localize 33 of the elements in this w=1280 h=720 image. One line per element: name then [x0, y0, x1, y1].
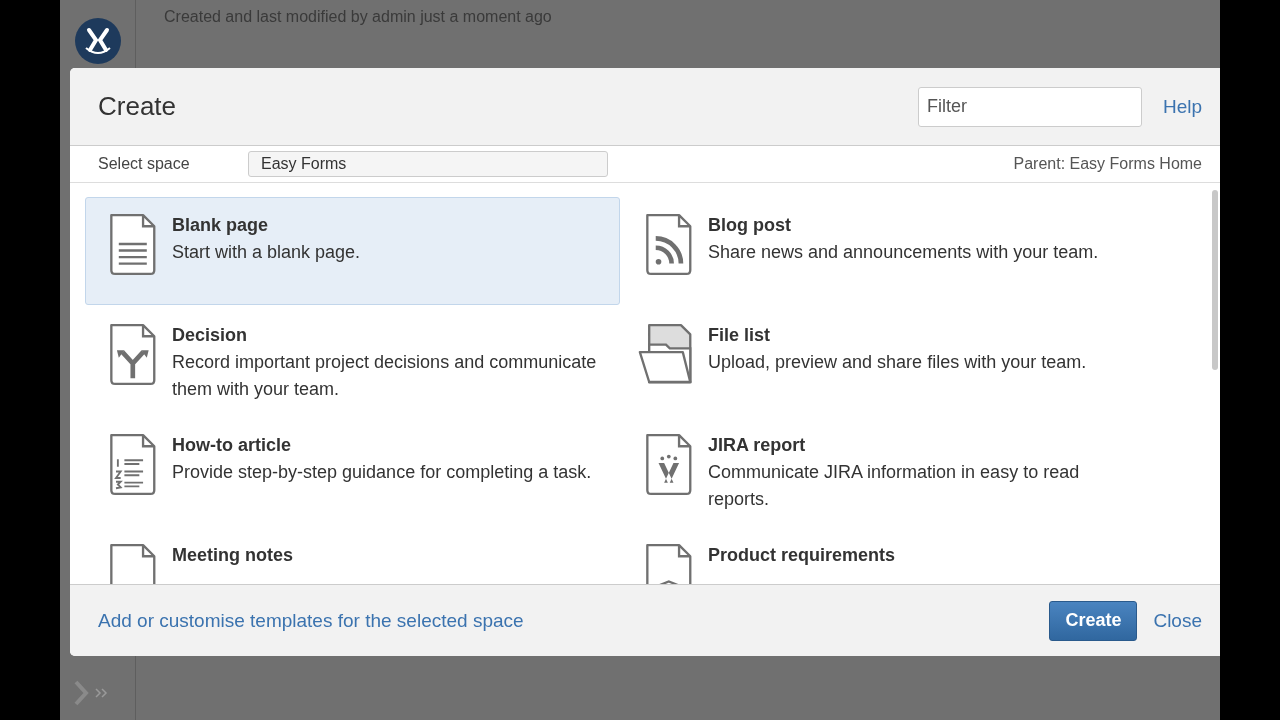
- template-title: Blank page: [172, 214, 270, 237]
- template-title: Meeting notes: [172, 544, 293, 567]
- template-description: Record important project decisions and communicate them with your team.: [172, 351, 598, 401]
- scrollbar[interactable]: [1212, 190, 1218, 370]
- template-item[interactable]: Blog post Share news and announcements with your team.: [621, 197, 1156, 305]
- template-title: How-to article: [172, 434, 292, 457]
- template-description: Communicate JIRA information in easy to read reports.: [708, 461, 1081, 511]
- template-item[interactable]: JIRA report Communicate JIRA information in easy to read reports.: [621, 417, 1156, 525]
- create-button[interactable]: Create: [1049, 600, 1138, 641]
- filter-field[interactable]: Filter: [917, 86, 1142, 127]
- close-link[interactable]: Close: [1153, 609, 1202, 632]
- logo-icon[interactable]: [74, 18, 121, 64]
- template-item[interactable]: Blank page Start with a blank page.: [85, 197, 620, 305]
- template-item[interactable]: File list Upload, preview and share files with your team.: [621, 307, 1156, 415]
- dialog-title: Create: [98, 91, 178, 122]
- help-link[interactable]: Help: [1162, 95, 1202, 118]
- template-title: File list: [708, 324, 771, 347]
- template-description: Provide step-by-step guidance for completing a task.: [172, 461, 592, 484]
- parent-label: Parent: Easy Forms Home: [1013, 155, 1202, 173]
- template-description: Upload, preview and share files with your team.: [708, 351, 1087, 374]
- template-item[interactable]: Decision Record important project decisions and communicate them with your team.: [85, 307, 620, 415]
- template-title: JIRA report: [708, 434, 807, 457]
- space-label: Select space: [98, 155, 191, 173]
- template-description: Start with a blank page.: [172, 241, 361, 264]
- template-item[interactable]: Meeting notes: [85, 527, 620, 584]
- template-title: Blog post: [708, 214, 792, 237]
- template-item[interactable]: How-to article Provide step-by-step guidance for completing a task.: [85, 417, 620, 525]
- template-title: Decision: [172, 324, 249, 347]
- template-item[interactable]: Product requirements: [621, 527, 1156, 584]
- template-description: Share news and announcements with your team.: [708, 241, 1099, 264]
- template-title: Product requirements: [708, 544, 896, 567]
- space-select[interactable]: Easy Forms: [248, 151, 608, 177]
- customise-templates-link[interactable]: Add or customise templates for the selected space: [98, 609, 524, 632]
